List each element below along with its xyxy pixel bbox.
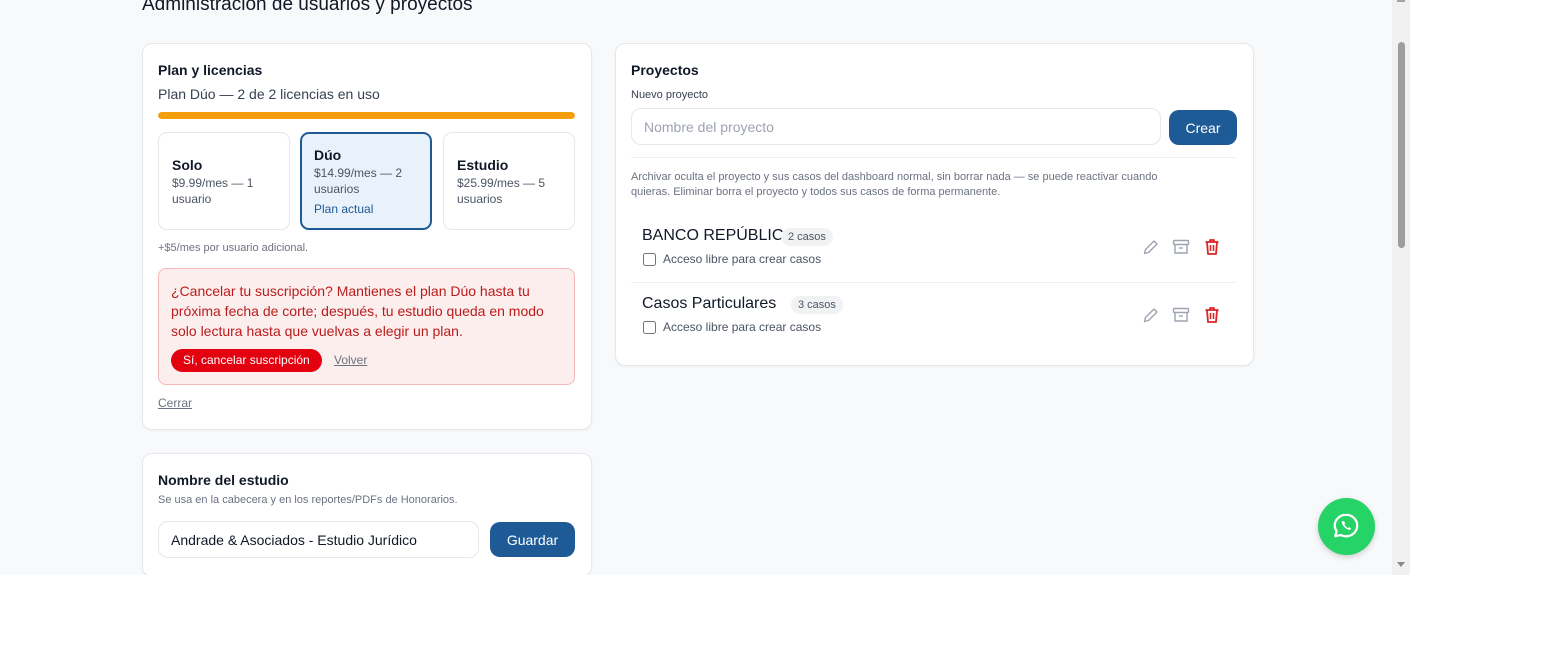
scroll-up-arrow[interactable] [1397, 0, 1405, 2]
projects-divider [631, 157, 1236, 158]
project-name-input[interactable] [631, 108, 1161, 145]
project-name: BANCO REPÚBLICA [642, 227, 795, 244]
cancel-subscription-message: ¿Cancelar tu suscripción? Mantienes el p… [171, 283, 544, 339]
edit-icon[interactable] [1141, 305, 1161, 325]
case-count-badge: 3 casos [791, 296, 843, 314]
archive-icon[interactable] [1171, 237, 1191, 257]
free-access-label: Acceso libre para crear casos [663, 320, 822, 334]
project-name: Casos Particulares [642, 295, 777, 312]
app-viewport: Administración de usuarios y proyectos P… [0, 0, 1410, 575]
projects-card: Proyectos Nuevo proyecto Crear Archivar … [615, 43, 1254, 366]
project-row-divider [631, 282, 1236, 283]
plan-option-duo[interactable]: Dúo $14.99/mes — 2 usuarios Plan actual [300, 132, 432, 230]
create-project-button[interactable]: Crear [1169, 110, 1237, 145]
plan-card-title: Plan y licencias [158, 62, 263, 78]
free-access-label: Acceso libre para crear casos [663, 252, 822, 266]
delete-icon[interactable] [1202, 305, 1222, 325]
free-access-checkbox[interactable] [643, 321, 656, 334]
license-progress-fill [158, 112, 575, 119]
project-row: Casos Particulares 3 casos Acceso libre … [631, 285, 1236, 351]
page-title: Administración de usuarios y proyectos [142, 0, 473, 15]
whatsapp-chat-button[interactable] [1318, 498, 1375, 555]
cancel-subscription-box: ¿Cancelar tu suscripción? Mantienes el p… [158, 268, 575, 385]
scrollbar-thumb[interactable] [1398, 42, 1405, 248]
projects-help-line-2: quieras. Eliminar borra el proyecto y to… [631, 186, 1001, 198]
scroll-down-arrow[interactable] [1397, 562, 1405, 567]
project-row: BANCO REPÚBLICA 2 casos Acceso libre par… [631, 217, 1236, 283]
plan-option-estudio[interactable]: Estudio $25.99/mes — 5 usuarios [443, 132, 575, 230]
back-link[interactable]: Volver [334, 353, 367, 367]
plan-option-price: $9.99/mes — 1 usuario [172, 176, 254, 206]
case-count-badge: 2 casos [781, 228, 833, 246]
extra-user-note: +$5/mes por usuario adicional. [158, 242, 309, 254]
plan-option-solo[interactable]: Solo $9.99/mes — 1 usuario [158, 132, 290, 230]
plan-option-price: $25.99/mes — 5 usuarios [457, 176, 546, 206]
confirm-cancel-button[interactable]: Sí, cancelar suscripción [171, 349, 322, 372]
current-plan-label: Plan actual [314, 202, 374, 216]
new-project-label: Nuevo proyecto [631, 89, 709, 101]
plan-option-price: $14.99/mes — 2 usuarios [314, 166, 403, 196]
plan-option-name: Dúo [314, 147, 342, 163]
archive-icon[interactable] [1171, 305, 1191, 325]
save-studio-button[interactable]: Guardar [490, 522, 575, 557]
delete-icon[interactable] [1202, 237, 1222, 257]
studio-name-card: Nombre del estudio Se usa en la cabecera… [142, 453, 592, 575]
close-link[interactable]: Cerrar [158, 396, 192, 410]
edit-icon[interactable] [1141, 237, 1161, 257]
free-access-checkbox[interactable] [643, 253, 656, 266]
projects-help-line-1: Archivar oculta el proyecto y sus casos … [631, 171, 1158, 183]
plan-card: Plan y licencias Plan Dúo — 2 de 2 licen… [142, 43, 592, 430]
studio-name-input[interactable] [158, 521, 479, 558]
projects-card-title: Proyectos [631, 62, 699, 78]
plan-option-name: Estudio [457, 157, 509, 173]
vertical-scrollbar[interactable] [1392, 0, 1410, 575]
whatsapp-icon [1333, 513, 1359, 538]
studio-description: Se usa en la cabecera y en los reportes/… [158, 494, 458, 506]
license-progress-bar [158, 112, 575, 119]
studio-card-title: Nombre del estudio [158, 472, 289, 488]
plan-summary: Plan Dúo — 2 de 2 licencias en uso [158, 86, 380, 102]
plan-option-name: Solo [172, 157, 203, 173]
